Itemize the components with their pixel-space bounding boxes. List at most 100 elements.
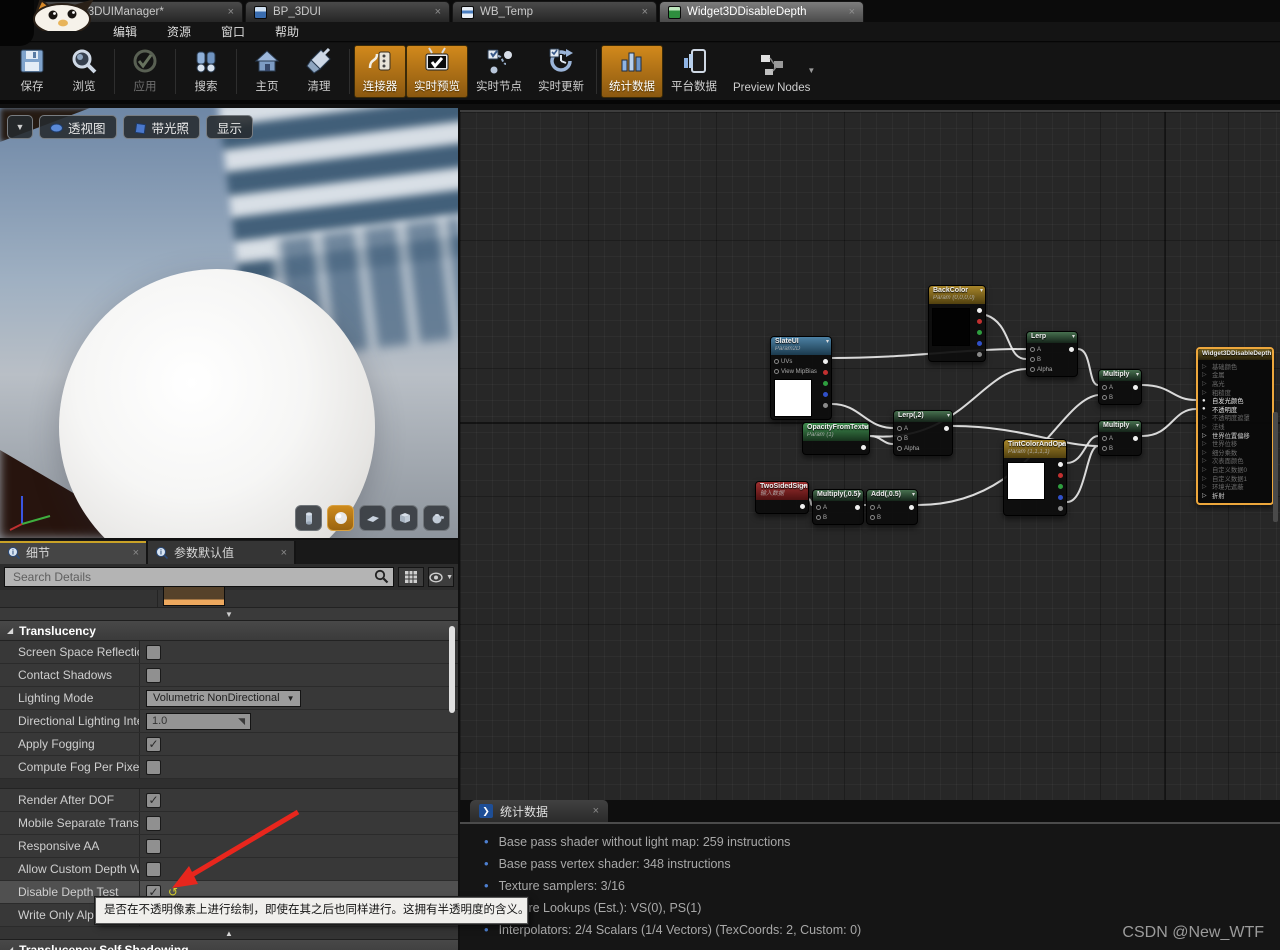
graph-node-two-sided-sign[interactable]: TwoSidedSign输入数据▾	[755, 481, 809, 514]
material-pin-环境光遮蔽[interactable]: ▷环境光遮蔽	[1202, 482, 1268, 491]
toolbar-button-平台数据[interactable]: 平台数据	[663, 45, 725, 98]
shape-button-cube[interactable]	[391, 505, 418, 531]
output-pin-blue[interactable]	[977, 339, 982, 348]
input-pin-uvs[interactable]: UVs	[774, 357, 817, 366]
expander-row[interactable]: ▼	[0, 608, 458, 621]
graph-node-slateui[interactable]: SlateUIParam2D▾UVsView MipBias	[770, 336, 832, 420]
material-pin-次表面颜色[interactable]: ▷次表面颜色	[1202, 457, 1268, 466]
output-pin-blue[interactable]	[823, 390, 828, 399]
output-pin-red[interactable]	[977, 317, 982, 326]
input-pin-b[interactable]: B	[1102, 444, 1113, 453]
preview-viewport[interactable]: ▼透视图带光照显示	[0, 108, 458, 538]
input-pin-a[interactable]: A	[897, 424, 919, 433]
output-pin-gray[interactable]	[823, 401, 828, 410]
output-pin-white[interactable]	[1133, 383, 1138, 392]
material-pin-世界位移[interactable]: ▷世界位移	[1202, 439, 1268, 448]
viewport-button-perspective[interactable]: 透视图	[39, 115, 117, 139]
toolbar-button-连接器[interactable]: 连接器	[354, 45, 406, 98]
graph-node-multiply-05[interactable]: Multiply(,0.5)▾AB	[812, 489, 864, 525]
dropdown-lighting-mode[interactable]: Volumetric NonDirectional▼	[146, 690, 301, 707]
material-pin-世界位置偏移[interactable]: ▷世界位置偏移	[1202, 431, 1268, 440]
toolbar-button-统计数据[interactable]: 统计数据	[601, 45, 663, 98]
output-pin-blue[interactable]	[1058, 493, 1063, 502]
output-pin-white[interactable]	[977, 306, 982, 315]
menu-item-编辑[interactable]: 编辑	[98, 23, 152, 40]
checkbox-render-after-dof[interactable]: ✓	[146, 793, 161, 808]
toolbar-button-清理[interactable]: 清理	[293, 45, 345, 98]
close-icon[interactable]: ×	[642, 6, 648, 18]
input-pin-a[interactable]: A	[1102, 434, 1113, 443]
details-scrollbar[interactable]	[449, 626, 455, 713]
output-pin-white[interactable]	[823, 357, 828, 366]
material-pin-折射[interactable]: ▷折射	[1202, 491, 1268, 500]
section-header-translucency[interactable]: ◢ Translucency	[0, 621, 458, 641]
material-pin-自定义数据1[interactable]: ▷自定义数据1	[1202, 474, 1268, 483]
graph-node-opacity-from-texture[interactable]: OpacityFromTextureParam (1)▾	[802, 422, 870, 455]
toolbar-button-实时更新[interactable]: 实时更新	[530, 45, 592, 98]
checkbox-responsive-aa[interactable]	[146, 839, 161, 854]
graph-node-backcolor[interactable]: BackColorParam (0,0,0,0)▾	[928, 285, 986, 362]
shape-button-cylinder[interactable]	[295, 505, 322, 531]
toolbar-button-保存[interactable]: 保存	[6, 45, 58, 98]
close-icon[interactable]: ×	[133, 547, 139, 559]
material-pin-法线[interactable]: ▷法线	[1202, 422, 1268, 431]
output-pin-white[interactable]	[944, 424, 949, 433]
toolbar-button-preview-nodes[interactable]: Preview Nodes▼	[725, 45, 818, 98]
graph-node-output-widget3ddisabledepth[interactable]: Widget3DDisableDepth▷基础颜色▷金属▷高光▷粗糙度●自发光颜…	[1196, 347, 1274, 505]
viewport-options-dropdown[interactable]: ▼	[7, 115, 33, 139]
material-pin-金属[interactable]: ▷金属	[1202, 371, 1268, 380]
output-pin-white[interactable]	[855, 503, 860, 512]
toolbar-button-主页[interactable]: 主页	[241, 45, 293, 98]
output-pin-green[interactable]	[977, 328, 982, 337]
menu-item-资源[interactable]: 资源	[152, 23, 206, 40]
output-pin-gray[interactable]	[1058, 504, 1063, 513]
display-filter-button[interactable]: ▼	[428, 567, 454, 587]
material-pin-粗糙度[interactable]: ▷粗糙度	[1202, 388, 1268, 397]
output-pin-red[interactable]	[823, 368, 828, 377]
checkbox-contact-shadows[interactable]	[146, 668, 161, 683]
output-pin-white[interactable]	[861, 443, 866, 452]
checkbox-apply-fogging[interactable]: ✓	[146, 737, 161, 752]
shape-button-sphere[interactable]	[327, 505, 354, 531]
input-pin-a[interactable]: A	[1030, 345, 1052, 354]
input-pin-a[interactable]: A	[816, 503, 827, 512]
toolbar-button-实时预览[interactable]: 实时预览	[406, 45, 468, 98]
toolbar-button-应用[interactable]: 应用	[119, 45, 171, 98]
collapse-row[interactable]: ▲	[0, 927, 458, 940]
close-icon[interactable]: ×	[593, 805, 599, 817]
close-icon[interactable]: ×	[281, 547, 287, 559]
graph-node-multiply-b[interactable]: Multiply▾AB	[1098, 420, 1142, 456]
close-icon[interactable]: ×	[849, 6, 855, 18]
input-pin-alpha[interactable]: Alpha	[1030, 365, 1052, 374]
input-pin-b[interactable]: B	[816, 513, 827, 522]
input-pin-a[interactable]: A	[870, 503, 881, 512]
document-tab-bp-3dui[interactable]: BP_3DUI×	[245, 1, 450, 22]
output-pin-red[interactable]	[1058, 471, 1063, 480]
material-pin-不透明度遮罩[interactable]: ▷不透明度遮罩	[1202, 414, 1268, 423]
output-pin-green[interactable]	[1058, 482, 1063, 491]
input-pin-view-mipbias[interactable]: View MipBias	[774, 367, 817, 376]
menu-item-窗口[interactable]: 窗口	[206, 23, 260, 40]
output-pin-white[interactable]	[800, 502, 805, 511]
shape-button-teapot[interactable]	[423, 505, 450, 531]
output-pin-green[interactable]	[823, 379, 828, 388]
graph-scrollbar[interactable]	[1273, 412, 1278, 522]
close-icon[interactable]: ×	[228, 6, 234, 18]
input-pin-alpha[interactable]: Alpha	[897, 444, 919, 453]
toolbar-button-浏览[interactable]: 浏览	[58, 45, 110, 98]
checkbox-allow-custom-depth-writes[interactable]	[146, 862, 161, 877]
input-pin-a[interactable]: A	[1102, 383, 1113, 392]
output-pin-white[interactable]	[1069, 345, 1074, 354]
menu-item-帮助[interactable]: 帮助	[260, 23, 314, 40]
graph-node-add-05[interactable]: Add(,0.5)▾AB	[866, 489, 918, 525]
toolbar-button-实时节点[interactable]: 实时节点	[468, 45, 530, 98]
tab-stats[interactable]: ❯ 统计数据 ×	[470, 800, 608, 822]
graph-node-lerp-2[interactable]: Lerp(,2)▾ABAlpha	[893, 410, 953, 456]
material-pin-自定义数据0[interactable]: ▷自定义数据0	[1202, 465, 1268, 474]
output-pin-white[interactable]	[1133, 434, 1138, 443]
document-tab-widget3ddisabledepth[interactable]: Widget3DDisableDepth×	[659, 1, 864, 22]
document-tab-wb-temp[interactable]: WB_Temp×	[452, 1, 657, 22]
viewport-button-show[interactable]: 显示	[206, 115, 253, 139]
graph-node-multiply-a[interactable]: Multiply▾AB	[1098, 369, 1142, 405]
grid-view-button[interactable]	[398, 567, 424, 587]
